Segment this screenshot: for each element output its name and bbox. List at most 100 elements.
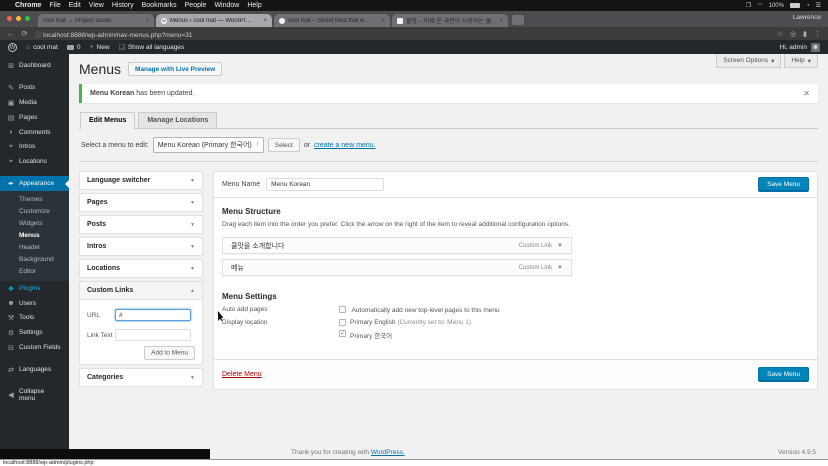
create-new-menu-link[interactable]: create a new menu. (314, 142, 375, 149)
browser-tab-4[interactable]: 쿨맛 – 이제 온 국민이 사용하는 쿨… × (392, 14, 508, 27)
save-menu-button-bottom[interactable]: Save Menu (758, 367, 809, 382)
tab-edit-menus[interactable]: Edit Menus (80, 112, 136, 129)
extension-icon[interactable]: ◎ (790, 30, 796, 38)
tab-manage-locations[interactable]: Manage Locations (138, 112, 218, 128)
adminbar-new[interactable]: + New (89, 44, 109, 51)
manage-live-preview-button[interactable]: Manage with Live Preview (128, 62, 223, 76)
sidebar-item-pages[interactable]: ▤ Pages (0, 110, 69, 125)
chevron-down-icon: ▼ (190, 177, 195, 184)
auto-add-pages-checkbox[interactable] (339, 306, 346, 313)
sidebar-collapse-menu[interactable]: ◀ Collapse menu (0, 384, 69, 405)
wordpress-link[interactable]: WordPress. (371, 449, 405, 456)
accordion-header[interactable]: Custom Links ▲ (80, 282, 202, 300)
menu-name-input[interactable] (266, 178, 385, 191)
sidebar-item-dashboard[interactable]: ⊞ Dashboard (0, 58, 69, 73)
menu-bookmarks[interactable]: Bookmarks (142, 2, 177, 9)
sidebar-item-settings[interactable]: ⚙ Settings (0, 325, 69, 340)
menu-select-dropdown[interactable]: Menu Korean (Primary 한국어) ↕ (152, 137, 264, 153)
more-menu-icon[interactable]: ⋮ (814, 30, 821, 38)
clock-icon[interactable]: ◔ (806, 3, 810, 9)
menu-history[interactable]: History (112, 2, 134, 9)
submenu-item-editor[interactable]: Editor (0, 265, 69, 277)
menu-view[interactable]: View (89, 2, 104, 9)
sidebar-item-locations[interactable]: ⌖ Locations (0, 154, 69, 169)
add-to-menu-button[interactable]: Add to Menu (144, 345, 195, 360)
sidebar-item-intros[interactable]: ⌖ Intros (0, 139, 69, 154)
submenu-item-background[interactable]: Background (0, 253, 69, 265)
browser-profile-name[interactable]: Lawrence (793, 14, 821, 21)
tab-close-icon[interactable]: × (381, 18, 385, 24)
main-content: Screen Options ▾ Help ▾ Menus Manage with … (69, 54, 828, 459)
menu-chrome[interactable]: Chrome (15, 2, 41, 9)
back-icon[interactable]: ← (7, 29, 15, 38)
display-mirror-icon[interactable]: ❐ (746, 2, 751, 9)
menu-help[interactable]: Help (247, 2, 261, 9)
browser-tab-2-active[interactable]: W Menus ‹ cool mat — WordPr… × (156, 14, 272, 27)
menu-window[interactable]: Window (214, 2, 239, 9)
dismiss-notice-icon[interactable]: ✕ (803, 89, 810, 98)
notification-center-icon[interactable]: ☰ (816, 2, 821, 9)
close-window-button[interactable] (7, 16, 12, 21)
menu-item-row[interactable]: 메뉴 Custom Link ▼ (222, 259, 572, 276)
info-icon[interactable]: ⓘ (35, 32, 43, 39)
sidebar-label: Users (19, 299, 36, 307)
expand-item-icon[interactable]: ▼ (557, 265, 563, 271)
expand-item-icon[interactable]: ▼ (557, 243, 563, 249)
sidebar-item-tools[interactable]: ⚒ Tools (0, 310, 69, 325)
tab-close-icon[interactable]: × (145, 18, 149, 24)
submenu-item-menus[interactable]: Menus (0, 229, 69, 241)
submenu-item-customize[interactable]: Customize (0, 205, 69, 217)
help-button[interactable]: Help ▾ (784, 54, 818, 68)
chevron-down-icon: ▼ (190, 221, 195, 228)
adminbar-site-link[interactable]: ⌂ cool mat (26, 44, 58, 51)
location-primary-korean-checkbox[interactable]: ✓ (339, 330, 346, 337)
menu-people[interactable]: People (185, 2, 207, 9)
delete-menu-link[interactable]: Delete Menu (222, 371, 262, 378)
wordpress-logo-icon[interactable]: W (8, 42, 17, 52)
menu-editor-column: Menu Name Save Menu Menu Structure Drag … (213, 171, 818, 390)
adminbar-show-all-languages[interactable]: ❏ Show all languages (119, 43, 185, 52)
menu-item-row[interactable]: 쿨맛을 소개합니다 Custom Link ▼ (222, 237, 572, 254)
sidebar-label: Custom Fields (19, 344, 61, 351)
sidebar-item-custom-fields[interactable]: ⊟ Custom Fields (0, 340, 69, 355)
submenu-item-header[interactable]: Header (0, 241, 69, 253)
minimize-window-button[interactable] (16, 16, 21, 21)
adminbar-greeting[interactable]: Hi, admin (780, 44, 807, 51)
address-bar[interactable]: ⓘ localhost:8888/wp-admin/nav-menus.php?… (35, 29, 193, 39)
sidebar-label: Comments (19, 128, 51, 136)
tab-close-icon[interactable]: × (499, 18, 503, 24)
accordion-header[interactable]: Categories ▼ (80, 369, 202, 386)
sidebar-item-plugins[interactable]: ❖ Plugins (0, 281, 69, 296)
screen-options-button[interactable]: Screen Options ▾ (716, 54, 782, 68)
reload-icon[interactable]: ⟳ (22, 29, 28, 38)
sidebar-item-comments[interactable]: ◗ Comments (0, 125, 69, 139)
menu-file[interactable]: File (49, 2, 60, 9)
link-text-input[interactable] (115, 329, 191, 341)
accordion-header[interactable]: Intros ▼ (80, 238, 202, 255)
extension-icon-2[interactable]: ▮ (803, 30, 807, 38)
submenu-item-themes[interactable]: Themes (0, 193, 69, 205)
bookmark-star-icon[interactable]: ☆ (777, 30, 783, 38)
submenu-item-widgets[interactable]: Widgets (0, 217, 69, 229)
wifi-icon[interactable]: ◠ (757, 2, 762, 9)
accordion-header[interactable]: Language switcher ▼ (80, 172, 202, 189)
adminbar-comments[interactable]: 0 (66, 44, 80, 51)
location-primary-english-checkbox[interactable] (339, 319, 346, 326)
sidebar-item-languages[interactable]: ⇄ Languages (0, 362, 69, 377)
browser-tab-3[interactable]: cool mat – Street food that w… × (274, 14, 390, 27)
accordion-header[interactable]: Posts ▼ (80, 216, 202, 233)
new-tab-button[interactable] (512, 15, 524, 25)
accordion-header[interactable]: Locations ▼ (80, 260, 202, 277)
url-input[interactable] (115, 309, 191, 321)
sidebar-item-users[interactable]: ☻ Users (0, 296, 69, 310)
sidebar-item-posts[interactable]: ✎ Posts (0, 80, 69, 95)
sidebar-item-appearance[interactable]: ✒ Appearance (0, 176, 69, 191)
browser-tab-1[interactable]: cool mat → Project Guide × (38, 14, 154, 27)
select-button[interactable]: Select (267, 138, 300, 152)
tab-close-icon[interactable]: × (263, 18, 267, 24)
accordion-header[interactable]: Pages ▼ (80, 194, 202, 211)
menu-edit[interactable]: Edit (69, 2, 81, 9)
save-menu-button-top[interactable]: Save Menu (758, 177, 809, 192)
zoom-window-button[interactable] (25, 16, 30, 21)
sidebar-item-media[interactable]: ▣ Media (0, 95, 69, 110)
